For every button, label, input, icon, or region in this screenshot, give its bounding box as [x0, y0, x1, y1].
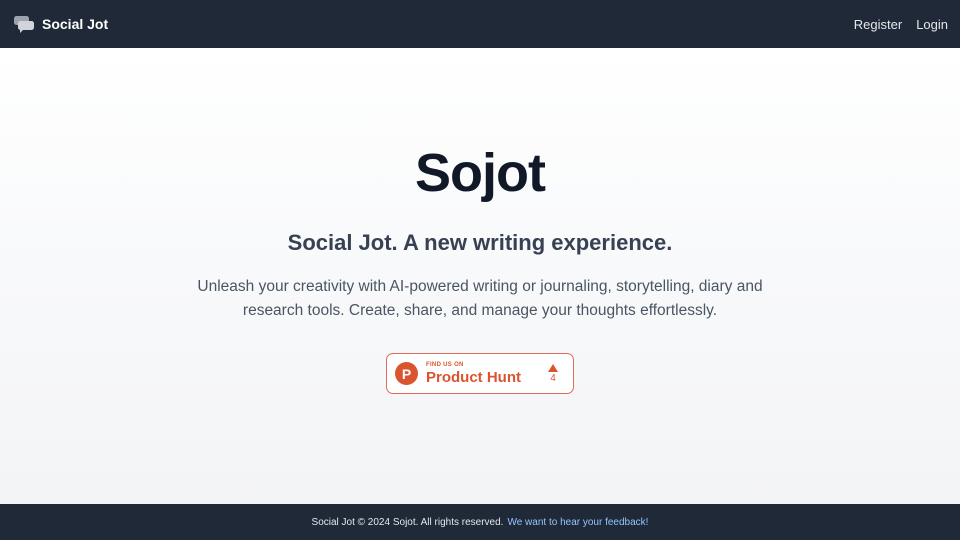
vote-count: 4	[550, 372, 556, 384]
product-hunt-badge[interactable]: P FIND US ON Product Hunt 4	[386, 353, 574, 394]
hero-description: Unleash your creativity with AI-powered …	[197, 278, 763, 319]
upvote-arrow-icon	[548, 363, 558, 372]
hero-subtitle: Social Jot. A new writing experience.	[287, 230, 673, 255]
footer-copyright: Social Jot © 2024 Sojot. All rights rese…	[311, 516, 504, 528]
brand-name: Social Jot	[42, 16, 109, 32]
login-link[interactable]: Login	[916, 17, 948, 32]
chat-bubbles-icon	[14, 16, 34, 33]
navbar: Social Jot Register Login	[0, 0, 960, 48]
product-hunt-votes: 4	[543, 363, 563, 384]
brand-link[interactable]: Social Jot	[14, 15, 108, 33]
product-hunt-small-text: FIND US ON	[426, 361, 464, 368]
footer: Social Jot © 2024 Sojot. All rights rese…	[0, 504, 960, 540]
nav-links: Register Login	[854, 17, 948, 32]
feedback-link[interactable]: We want to hear your feedback!	[507, 517, 648, 528]
product-hunt-name: Product Hunt	[426, 368, 521, 386]
register-link[interactable]: Register	[854, 17, 902, 32]
hero-section: Sojot Social Jot. A new writing experien…	[0, 48, 960, 504]
product-hunt-text: FIND US ON Product Hunt	[426, 362, 543, 386]
product-hunt-logo-icon: P	[395, 362, 418, 385]
hero-title: Sojot	[415, 143, 546, 203]
